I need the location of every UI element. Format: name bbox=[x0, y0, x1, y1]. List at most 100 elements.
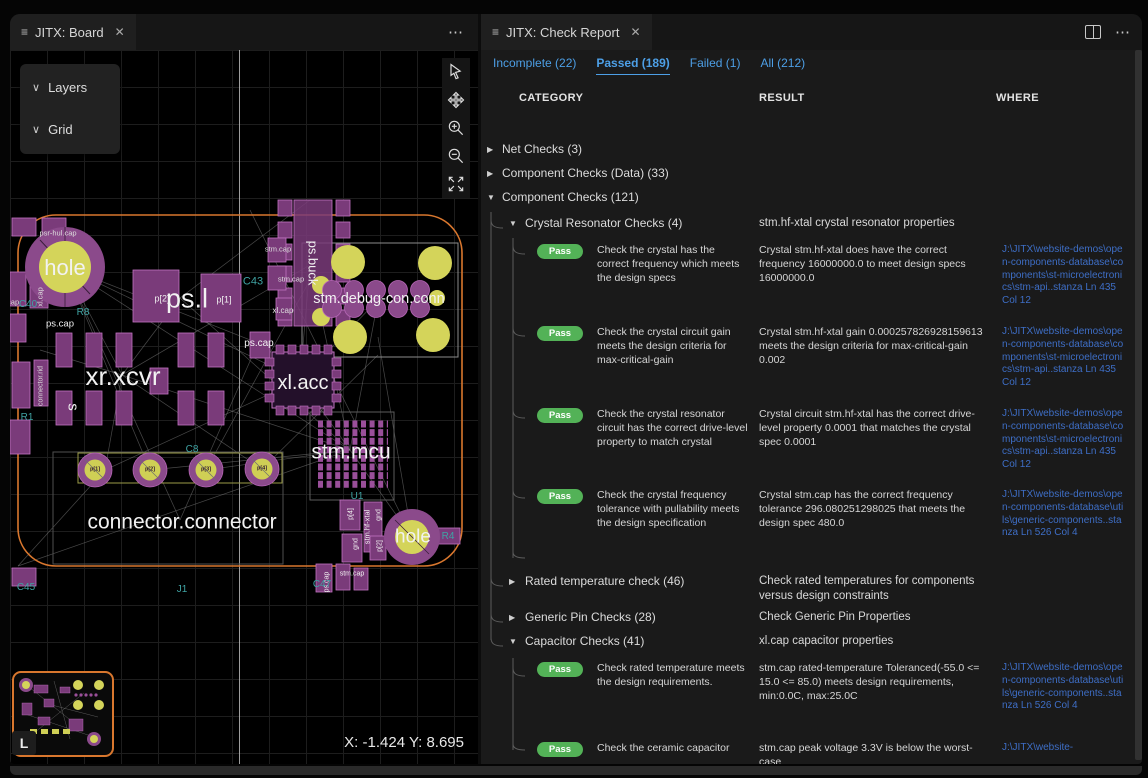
board-label-pad-p4: p[4] bbox=[257, 466, 267, 472]
board-label-stm-mcu: stm.mcu bbox=[311, 442, 390, 463]
report-panel: ≡ JITX: Check Report ✕ ⋯ Incomplete (22)… bbox=[478, 14, 1142, 764]
board-label-connector-rid: connector.rid bbox=[38, 366, 45, 406]
report-tabbar: ≡ JITX: Check Report ✕ ⋯ bbox=[481, 14, 1142, 50]
board-label-xr-xcvr: xr.xcvr bbox=[85, 363, 160, 389]
chevron-right-icon[interactable]: ▶ bbox=[509, 613, 515, 622]
zoom-in-icon[interactable] bbox=[445, 117, 467, 139]
chevron-right-icon[interactable]: ▶ bbox=[487, 145, 493, 154]
check-category: Check the crystal resonator circuit has … bbox=[597, 408, 749, 450]
webview-icon: ≡ bbox=[492, 25, 499, 39]
grid-label: Grid bbox=[48, 122, 73, 137]
chevron-down-icon[interactable]: ▼ bbox=[509, 219, 517, 228]
board-tabbar: ≡ JITX: Board ✕ ⋯ bbox=[10, 14, 478, 50]
more-actions-icon[interactable]: ⋯ bbox=[448, 23, 464, 41]
webview-icon: ≡ bbox=[21, 25, 28, 39]
zoom-fit-icon[interactable] bbox=[445, 173, 467, 195]
check-result: Crystal stm.hf-xtal does have the correc… bbox=[759, 244, 991, 286]
cursor-tool-icon[interactable] bbox=[445, 61, 467, 83]
board-label-ps-buck: ps.buck bbox=[307, 241, 320, 286]
more-actions-icon[interactable]: ⋯ bbox=[1115, 23, 1131, 41]
board-label-stm-cap-1: stm.cap bbox=[265, 245, 291, 253]
group-result: stm.hf-xtal crystal resonator properties bbox=[759, 216, 999, 231]
check-row[interactable]: Pass Check rated temperature meets the d… bbox=[481, 662, 1119, 742]
where-link[interactable]: J:\JITX\website-demos\open-components-da… bbox=[1002, 489, 1124, 540]
chevron-down-icon[interactable]: ▼ bbox=[509, 637, 517, 646]
layers-toggle[interactable]: ∨ Layers bbox=[32, 80, 87, 95]
filter-failed[interactable]: Failed (1) bbox=[690, 56, 741, 75]
board-label-xl-acc: xl.acc bbox=[277, 373, 328, 393]
tree-label: Component Checks (121) bbox=[502, 190, 639, 204]
close-icon[interactable]: ✕ bbox=[630, 25, 640, 39]
chevron-down-icon[interactable]: ▼ bbox=[487, 193, 495, 202]
minimap-corner-badge[interactable]: L bbox=[12, 731, 36, 755]
cursor-coordinates: X: -1.424 Y: 8.695 bbox=[344, 734, 464, 751]
ref-c40: C40 bbox=[19, 300, 37, 310]
board-label-stm-cap-2: stm.cap bbox=[278, 275, 304, 283]
close-icon[interactable]: ✕ bbox=[115, 25, 125, 39]
status-badge: Pass bbox=[537, 662, 583, 677]
check-row[interactable]: Pass Check the crystal frequency toleran… bbox=[481, 489, 1119, 571]
chevron-right-icon[interactable]: ▶ bbox=[509, 577, 515, 586]
board-label-debug-con: stm.debug-con.conn bbox=[313, 292, 444, 307]
window-bottom-edge bbox=[10, 766, 1142, 775]
board-label-stm-cap-b: stm.cap bbox=[340, 571, 365, 578]
scrollbar[interactable] bbox=[1135, 50, 1142, 760]
ref-j1: J1 bbox=[177, 585, 188, 595]
board-label-stm-cap-edge: stm.cap bbox=[10, 298, 19, 306]
board-label-s: s bbox=[66, 403, 81, 411]
ref-c47: C47 bbox=[313, 580, 331, 590]
view-options-panel: ∨ Layers ∨ Grid bbox=[20, 64, 120, 154]
connector-pads bbox=[78, 452, 279, 487]
split-editor-icon[interactable] bbox=[1085, 25, 1101, 39]
result-filters: Incomplete (22) Passed (189) Failed (1) … bbox=[493, 56, 805, 75]
tab-label: JITX: Board bbox=[35, 25, 104, 40]
tree-label: Rated temperature check (46) bbox=[525, 574, 684, 588]
tree-label: Generic Pin Checks (28) bbox=[525, 610, 656, 624]
check-result: stm.cap rated-temperature Toleranced(-55… bbox=[759, 662, 991, 704]
filter-incomplete[interactable]: Incomplete (22) bbox=[493, 56, 576, 75]
ref-c8: C8 bbox=[186, 445, 199, 455]
status-badge: Pass bbox=[537, 489, 583, 504]
board-label-gnd-2: gnd bbox=[353, 538, 360, 550]
board-label-gnd-1: gnd bbox=[376, 509, 383, 521]
filter-passed[interactable]: Passed (189) bbox=[596, 56, 669, 75]
column-header-where: WHERE bbox=[996, 92, 1039, 104]
pan-tool-icon[interactable] bbox=[445, 89, 467, 111]
check-category: Check rated temperature meets the design… bbox=[597, 662, 749, 690]
editor-area: ≡ JITX: Board ✕ ⋯ bbox=[10, 14, 1142, 764]
board-canvas[interactable]: hole psr-hul.cap stm.cap xl.cap ps.buck … bbox=[10, 50, 478, 764]
filter-all[interactable]: All (212) bbox=[760, 56, 805, 75]
app-window: ≡ JITX: Board ✕ ⋯ bbox=[0, 0, 1148, 778]
check-result: Crystal stm.hf-xtal gain 0.0002578269281… bbox=[759, 326, 991, 368]
board-label-hole-a: hole bbox=[44, 257, 86, 279]
grid-toggle[interactable]: ∨ Grid bbox=[32, 122, 73, 137]
tab-jitx-board[interactable]: ≡ JITX: Board ✕ bbox=[10, 14, 136, 50]
ref-r1: R1 bbox=[21, 413, 34, 423]
check-row[interactable]: Pass Check the crystal circuit gain meet… bbox=[481, 326, 1119, 408]
corner-l-icon: L bbox=[20, 735, 29, 751]
board-tab-actions: ⋯ bbox=[448, 14, 478, 50]
where-link[interactable]: J:\JITX\website-demos\open-components-da… bbox=[1002, 408, 1124, 472]
where-link[interactable]: J:\JITX\website-demos\open-components-da… bbox=[1002, 662, 1124, 713]
check-category: Check the ceramic capacitor bbox=[597, 742, 749, 756]
column-header-category: CATEGORY bbox=[519, 92, 583, 104]
board-label-pin-p4: p[4] bbox=[348, 508, 355, 520]
tab-jitx-check-report[interactable]: ≡ JITX: Check Report ✕ bbox=[481, 14, 652, 50]
column-header-result: RESULT bbox=[759, 92, 805, 104]
chevron-down-icon: ∨ bbox=[32, 123, 40, 136]
check-category: Check the crystal frequency tolerance wi… bbox=[597, 489, 749, 531]
board-label-p1: p[1] bbox=[216, 296, 231, 305]
check-row[interactable]: Pass Check the ceramic capacitor stm.cap… bbox=[481, 742, 1119, 764]
check-row[interactable]: Pass Check the crystal has the correct f… bbox=[481, 244, 1119, 326]
where-link[interactable]: J:\JITX\website- bbox=[1002, 742, 1119, 755]
board-label-ps-l: ps.l bbox=[166, 286, 208, 313]
status-badge: Pass bbox=[537, 742, 583, 757]
where-link[interactable]: J:\JITX\website-demos\open-components-da… bbox=[1002, 326, 1124, 390]
where-link[interactable]: J:\JITX\website-demos\open-components-da… bbox=[1002, 244, 1124, 308]
board-label-stm-hf-xtal: stm.hf-xtal bbox=[363, 510, 371, 545]
chevron-right-icon[interactable]: ▶ bbox=[487, 169, 493, 178]
ref-c43: C43 bbox=[243, 277, 263, 288]
zoom-out-icon[interactable] bbox=[445, 145, 467, 167]
chevron-down-icon: ∨ bbox=[32, 81, 40, 94]
check-row[interactable]: Pass Check the crystal resonator circuit… bbox=[481, 408, 1119, 490]
